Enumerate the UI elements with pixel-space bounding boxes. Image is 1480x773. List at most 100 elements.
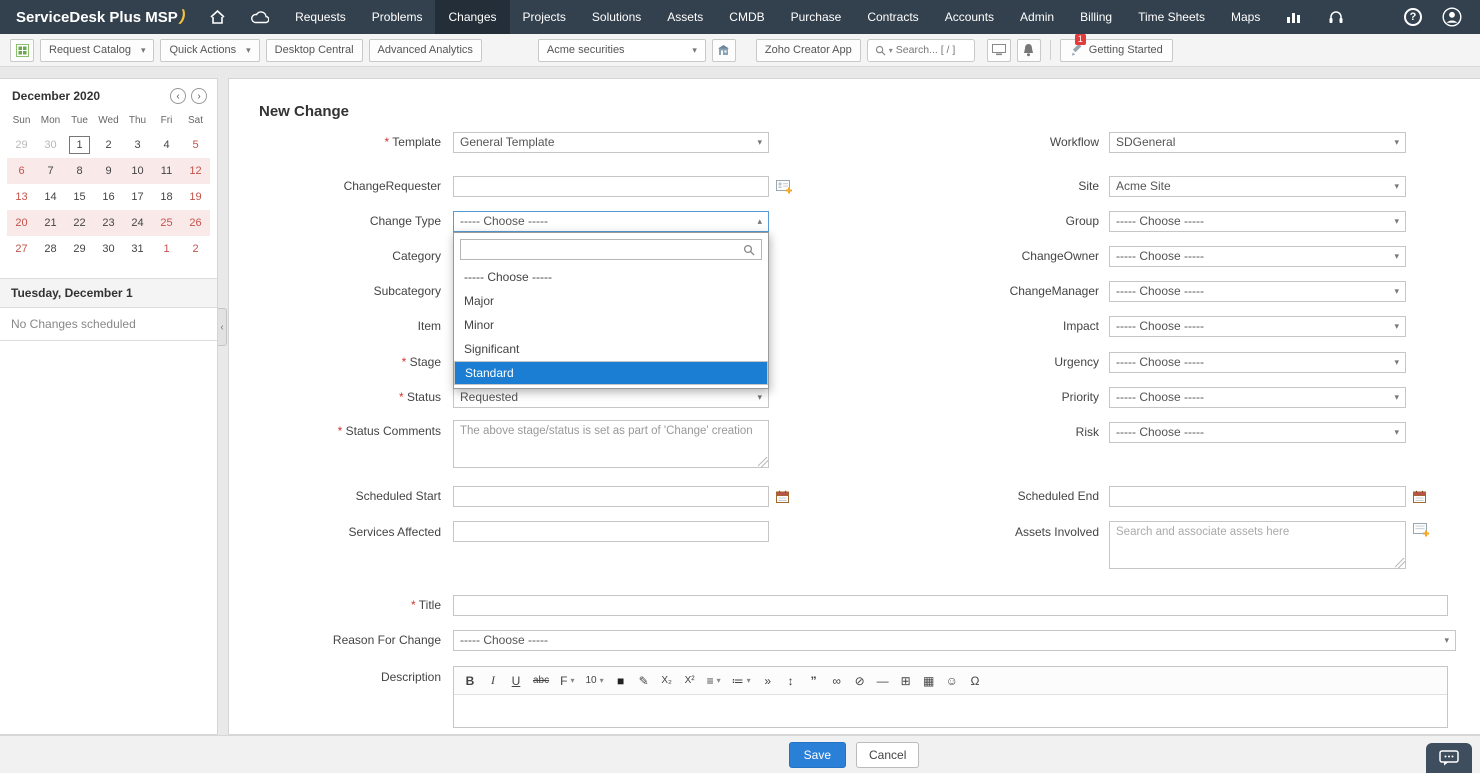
calendar-day[interactable]: 11 xyxy=(152,158,181,184)
request-catalog-button[interactable]: Request Catalog xyxy=(40,39,154,62)
scheduled-start-calendar-icon[interactable] xyxy=(776,490,789,503)
reason-select[interactable]: ----- Choose -----▾ xyxy=(453,630,1456,651)
hr-icon[interactable]: — xyxy=(873,670,893,691)
nav-item[interactable]: Contracts xyxy=(854,0,931,34)
align-icon[interactable]: ≡ xyxy=(703,670,725,691)
zoho-creator-app-button[interactable]: Zoho Creator App xyxy=(756,39,861,62)
dropdown-option[interactable]: Significant xyxy=(454,337,768,361)
impact-select[interactable]: ----- Choose -----▾ xyxy=(1109,316,1406,337)
account-selector[interactable]: Acme securities xyxy=(538,39,706,62)
site-select[interactable]: Acme Site▾ xyxy=(1109,176,1406,197)
calendar-day[interactable]: 2 xyxy=(94,132,123,158)
calendar-day[interactable]: 28 xyxy=(36,236,65,262)
quick-actions-button[interactable]: Quick Actions xyxy=(160,39,259,62)
cloud-icon[interactable] xyxy=(238,0,282,34)
calendar-day[interactable]: 25 xyxy=(152,210,181,236)
underline-icon[interactable]: U xyxy=(506,670,526,691)
dropdown-search-input[interactable] xyxy=(460,239,762,260)
unlink-icon[interactable]: ⊘ xyxy=(850,670,870,691)
calendar-day[interactable]: 24 xyxy=(123,210,152,236)
request-catalog-grid-icon[interactable] xyxy=(10,39,34,62)
calendar-day[interactable]: 7 xyxy=(36,158,65,184)
risk-select[interactable]: ----- Choose -----▾ xyxy=(1109,422,1406,443)
list-icon[interactable]: ≔ xyxy=(728,670,755,691)
font-color-icon[interactable]: ■ xyxy=(611,670,631,691)
nav-item[interactable]: Problems xyxy=(359,0,436,34)
priority-select[interactable]: ----- Choose -----▾ xyxy=(1109,387,1406,408)
calendar-day[interactable]: 29 xyxy=(65,236,94,262)
dropdown-option[interactable]: Major xyxy=(454,289,768,313)
calendar-day[interactable]: 27 xyxy=(7,236,36,262)
nav-item[interactable]: Time Sheets xyxy=(1125,0,1218,34)
description-editor-body[interactable] xyxy=(454,696,1447,727)
font-size-icon[interactable]: 10 xyxy=(581,670,607,691)
nav-item[interactable]: CMDB xyxy=(716,0,777,34)
italic-icon[interactable]: I xyxy=(483,670,503,691)
calendar-day[interactable]: 16 xyxy=(94,184,123,210)
nav-item[interactable]: Purchase xyxy=(778,0,855,34)
superscript-icon[interactable]: X² xyxy=(680,670,700,691)
add-requester-icon[interactable] xyxy=(776,179,793,194)
account-site-icon[interactable] xyxy=(712,39,736,62)
notifications-bell-icon[interactable] xyxy=(1017,39,1041,62)
blockquote-icon[interactable]: ” xyxy=(804,670,824,691)
home-icon[interactable] xyxy=(197,0,238,34)
chat-fab[interactable] xyxy=(1426,743,1472,773)
subscript-icon[interactable]: X₂ xyxy=(657,670,677,691)
calendar-day[interactable]: 22 xyxy=(65,210,94,236)
scheduled-start-input[interactable] xyxy=(453,486,769,507)
cancel-button[interactable]: Cancel xyxy=(856,742,919,768)
calendar-day[interactable]: 4 xyxy=(152,132,181,158)
emoji-icon[interactable]: ☺ xyxy=(942,670,962,691)
headset-icon[interactable] xyxy=(1315,0,1357,34)
search-input[interactable] xyxy=(896,44,966,56)
scheduled-end-input[interactable] xyxy=(1109,486,1406,507)
calendar-day[interactable]: 6 xyxy=(7,158,36,184)
calendar-next-icon[interactable] xyxy=(191,88,207,104)
calendar-day[interactable]: 14 xyxy=(36,184,65,210)
help-icon[interactable] xyxy=(1404,8,1422,26)
change-requester-input[interactable] xyxy=(453,176,769,197)
calendar-day[interactable]: 20 xyxy=(7,210,36,236)
image-icon[interactable]: ▦ xyxy=(919,670,939,691)
calendar-day[interactable]: 1 xyxy=(65,132,94,158)
change-owner-select[interactable]: ----- Choose -----▾ xyxy=(1109,246,1406,267)
calendar-day[interactable]: 19 xyxy=(181,184,210,210)
highlight-icon[interactable]: ✎ xyxy=(634,670,654,691)
calendar-day[interactable]: 5 xyxy=(181,132,210,158)
workflow-select[interactable]: SDGeneral▾ xyxy=(1109,132,1406,153)
scheduled-end-calendar-icon[interactable] xyxy=(1413,490,1426,503)
screen-share-icon[interactable] xyxy=(987,39,1011,62)
template-select[interactable]: General Template▾ xyxy=(453,132,769,153)
calendar-day[interactable]: 13 xyxy=(7,184,36,210)
save-button[interactable]: Save xyxy=(789,742,846,768)
calendar-prev-icon[interactable] xyxy=(170,88,186,104)
nav-item[interactable]: Assets xyxy=(654,0,716,34)
bold-icon[interactable]: B xyxy=(460,670,480,691)
group-select[interactable]: ----- Choose -----▾ xyxy=(1109,211,1406,232)
calendar-day[interactable]: 10 xyxy=(123,158,152,184)
change-type-select[interactable]: ----- Choose -----▴ xyxy=(453,211,769,232)
link-icon[interactable]: ∞ xyxy=(827,670,847,691)
title-input[interactable] xyxy=(453,595,1448,616)
nav-item[interactable]: Accounts xyxy=(932,0,1007,34)
calendar-day[interactable]: 30 xyxy=(36,132,65,158)
calendar-day[interactable]: 17 xyxy=(123,184,152,210)
calendar-day[interactable]: 23 xyxy=(94,210,123,236)
calendar-day[interactable]: 8 xyxy=(65,158,94,184)
calendar-day[interactable]: 2 xyxy=(181,236,210,262)
global-search[interactable]: ▾ xyxy=(867,39,975,62)
status-select[interactable]: Requested▾ xyxy=(453,387,769,408)
user-avatar-icon[interactable] xyxy=(1442,7,1462,27)
strikethrough-icon[interactable]: abc xyxy=(529,670,553,691)
calendar-day[interactable]: 15 xyxy=(65,184,94,210)
services-affected-input[interactable] xyxy=(453,521,769,542)
reports-chart-icon[interactable] xyxy=(1273,0,1315,34)
dropdown-option[interactable]: Standard xyxy=(454,361,768,385)
desktop-central-button[interactable]: Desktop Central xyxy=(266,39,363,62)
status-comments-textarea[interactable]: The above stage/status is set as part of… xyxy=(453,420,769,468)
add-assets-icon[interactable] xyxy=(1413,522,1430,537)
nav-item[interactable]: Solutions xyxy=(579,0,654,34)
advanced-analytics-button[interactable]: Advanced Analytics xyxy=(369,39,482,62)
calendar-day[interactable]: 18 xyxy=(152,184,181,210)
